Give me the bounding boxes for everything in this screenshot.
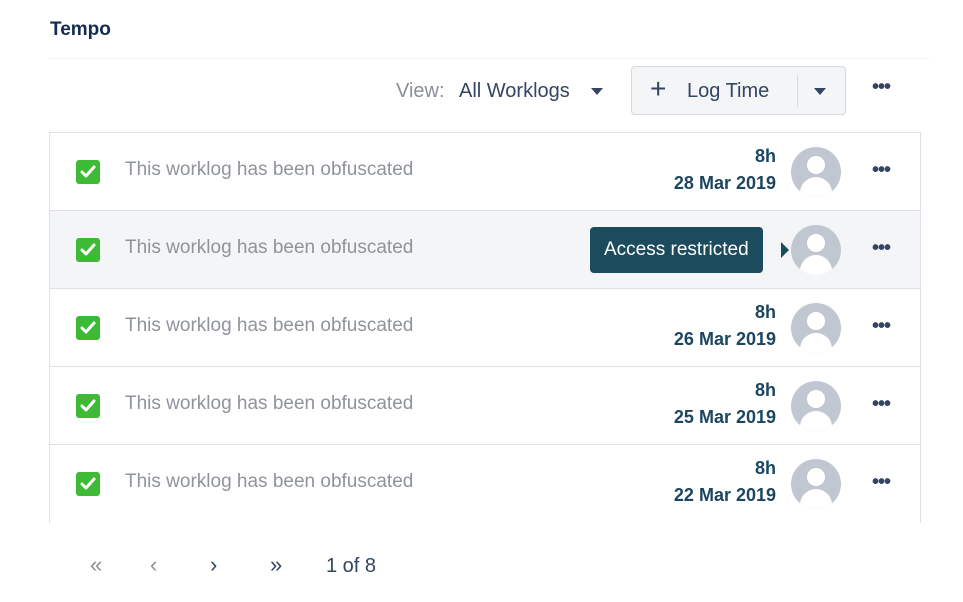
worklog-row: This worklog has been obfuscated 8h 26 M…	[50, 289, 920, 367]
worklog-row: This worklog has been obfuscated 8h 28 M…	[50, 133, 920, 211]
check-icon	[76, 472, 100, 496]
previous-page-icon[interactable]: ‹	[150, 553, 157, 577]
toolbar-more-icon[interactable]: •••	[872, 77, 891, 97]
worklog-description: This worklog has been obfuscated	[125, 471, 414, 492]
page-indicator: 1 of 8	[326, 555, 377, 577]
worklog-row: This worklog has been obfuscated Access …	[50, 211, 920, 289]
check-icon	[76, 238, 100, 262]
plus-icon[interactable]: +	[650, 75, 666, 103]
section-title: Tempo	[50, 19, 111, 40]
check-icon	[76, 394, 100, 418]
worklog-hours: 8h	[754, 458, 776, 478]
worklog-row: This worklog has been obfuscated 8h 22 M…	[50, 445, 920, 523]
panel-divider	[49, 58, 929, 59]
worklog-description: This worklog has been obfuscated	[125, 159, 414, 180]
worklog-description: This worklog has been obfuscated	[125, 237, 414, 258]
user-avatar-icon[interactable]	[791, 381, 841, 431]
row-more-icon[interactable]: •••	[872, 238, 891, 258]
first-page-icon[interactable]: «	[90, 553, 102, 577]
worklog-hours: 8h	[754, 302, 776, 322]
log-time-button[interactable]: Log Time	[687, 80, 769, 103]
user-avatar-icon[interactable]	[791, 225, 841, 275]
access-restricted-tooltip: Access restricted	[590, 227, 763, 273]
row-more-icon[interactable]: •••	[872, 472, 891, 492]
log-time-dropdown-chevron-down-icon[interactable]	[814, 88, 826, 95]
last-page-icon[interactable]: »	[270, 553, 282, 577]
chevron-down-icon[interactable]	[591, 88, 603, 95]
worklog-description: This worklog has been obfuscated	[125, 393, 414, 414]
worklog-hours: 8h	[754, 380, 776, 400]
user-avatar-icon[interactable]	[791, 303, 841, 353]
worklog-date: 25 Mar 2019	[673, 407, 776, 427]
tooltip-arrow	[781, 242, 789, 258]
row-more-icon[interactable]: •••	[872, 160, 891, 180]
button-separator	[797, 75, 798, 107]
next-page-icon[interactable]: ›	[210, 553, 217, 577]
worklog-date: 28 Mar 2019	[673, 173, 776, 193]
check-icon	[76, 160, 100, 184]
user-avatar-icon[interactable]	[791, 147, 841, 197]
row-more-icon[interactable]: •••	[872, 316, 891, 336]
log-time-split-button: + Log Time	[631, 66, 846, 115]
worklog-date: 22 Mar 2019	[673, 485, 776, 505]
check-icon	[76, 316, 100, 340]
user-avatar-icon[interactable]	[791, 459, 841, 509]
worklog-list: This worklog has been obfuscated 8h 28 M…	[49, 132, 921, 523]
worklog-date: 26 Mar 2019	[673, 329, 776, 349]
worklog-hours: 8h	[754, 146, 776, 166]
row-more-icon[interactable]: •••	[872, 394, 891, 414]
pagination: « ‹ › » 1 of 8	[0, 553, 963, 581]
view-select[interactable]: All Worklogs	[459, 80, 570, 103]
worklog-row: This worklog has been obfuscated 8h 25 M…	[50, 367, 920, 445]
worklog-toolbar: View: All Worklogs + Log Time •••	[0, 66, 963, 116]
worklog-description: This worklog has been obfuscated	[125, 315, 414, 336]
view-label: View:	[396, 80, 445, 102]
